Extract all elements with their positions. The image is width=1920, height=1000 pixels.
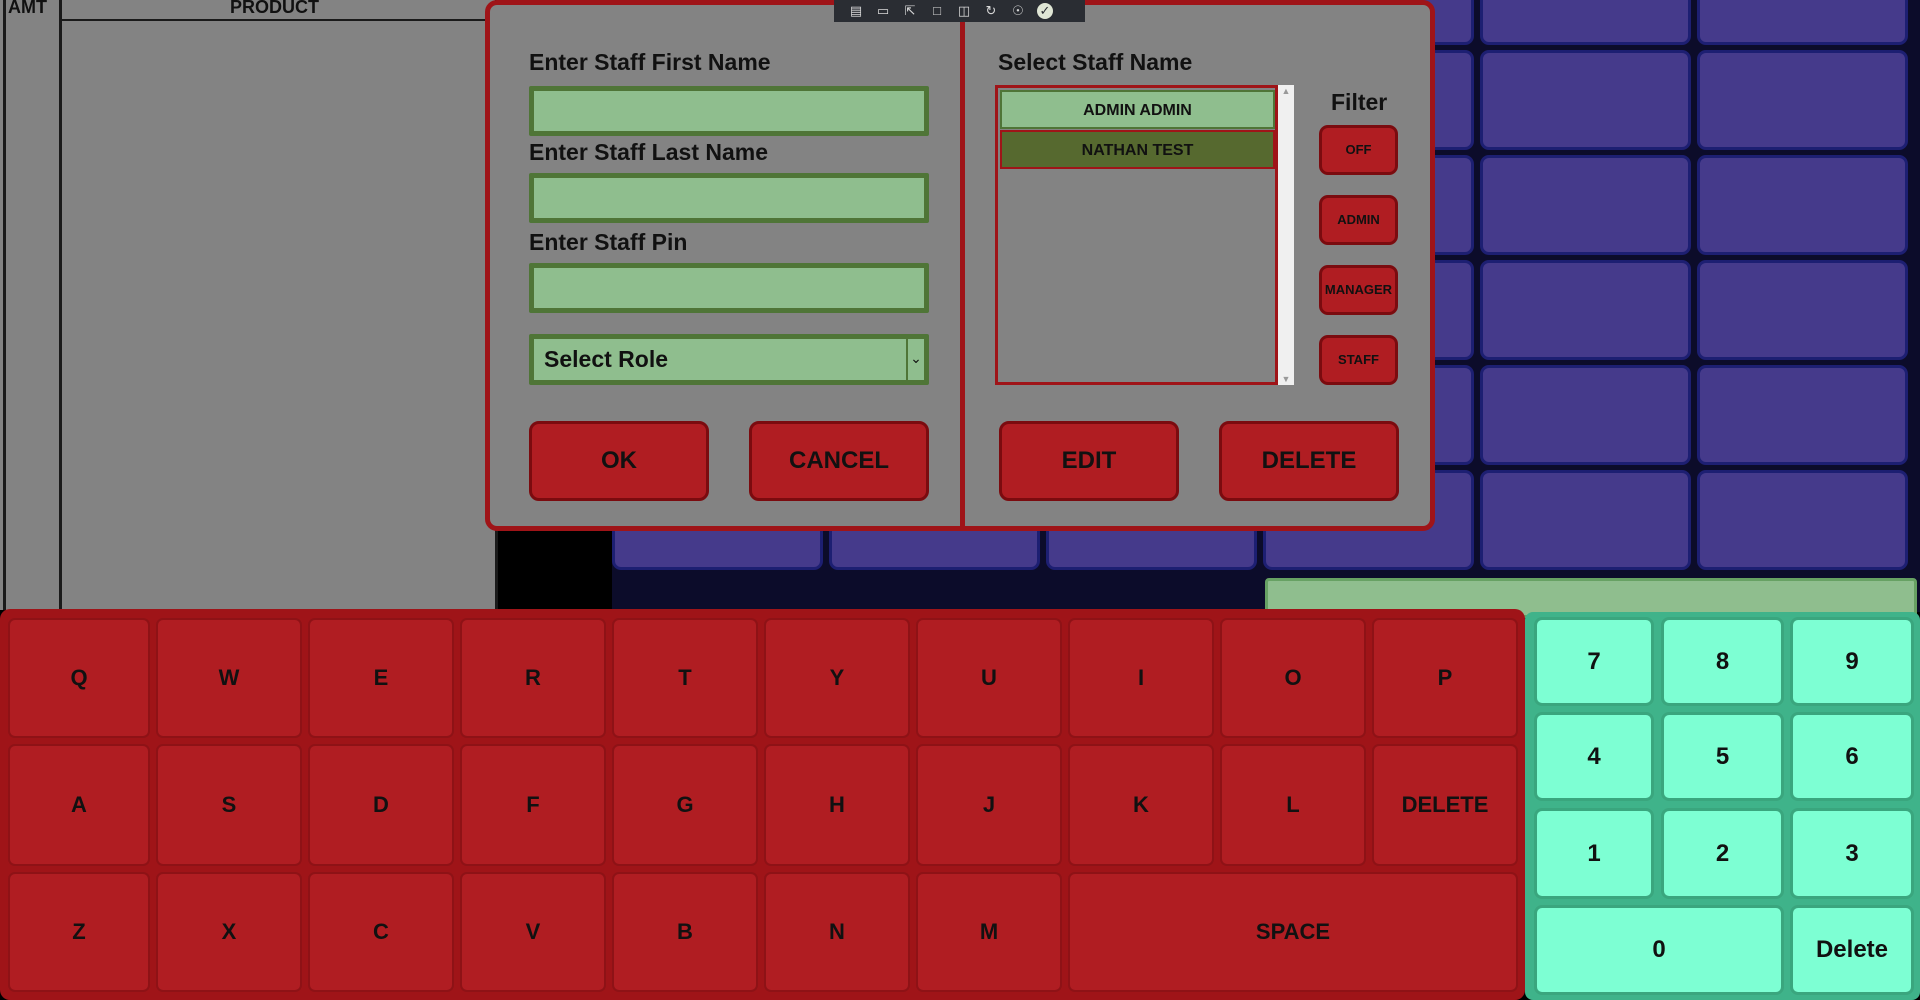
filter-admin-button[interactable]: ADMIN: [1319, 195, 1398, 245]
numpad-7[interactable]: 7: [1534, 617, 1654, 706]
key-p[interactable]: P: [1372, 618, 1518, 738]
key-a[interactable]: A: [8, 744, 150, 866]
accessibility-icon[interactable]: ☉: [1010, 3, 1026, 19]
numpad-4[interactable]: 4: [1534, 712, 1654, 801]
numpad-2[interactable]: 2: [1661, 808, 1784, 899]
key-f[interactable]: F: [460, 744, 606, 866]
product-grid-cell[interactable]: [1697, 470, 1908, 570]
onscreen-keyboard: Q W E R T Y U I O P A S D F G H J K L DE…: [0, 609, 1525, 1000]
floating-toolbar: ▤ ▭ ⇱ □ ◫ ↻ ☉ ✓: [834, 0, 1085, 22]
key-b[interactable]: B: [612, 872, 758, 992]
key-z[interactable]: Z: [8, 872, 150, 992]
scroll-down-icon[interactable]: ▼: [1278, 374, 1294, 384]
filter-manager-button[interactable]: MANAGER: [1319, 265, 1398, 315]
sync-icon[interactable]: ↻: [983, 3, 999, 19]
key-j[interactable]: J: [916, 744, 1062, 866]
product-grid-cell[interactable]: [1480, 0, 1691, 45]
key-e[interactable]: E: [308, 618, 454, 738]
delete-button[interactable]: DELETE: [1219, 421, 1399, 501]
tray-icon[interactable]: ▤: [848, 3, 864, 19]
staff-pin-label: Enter Staff Pin: [529, 229, 688, 255]
numpad-delete[interactable]: Delete: [1790, 905, 1914, 995]
filter-staff-button[interactable]: STAFF: [1319, 335, 1398, 385]
product-grid-cell[interactable]: [1697, 50, 1908, 150]
product-grid-cell[interactable]: [1480, 50, 1691, 150]
edit-button[interactable]: EDIT: [999, 421, 1179, 501]
last-name-field[interactable]: [529, 173, 929, 223]
cancel-button[interactable]: CANCEL: [749, 421, 929, 501]
filter-off-button[interactable]: OFF: [1319, 125, 1398, 175]
key-l[interactable]: L: [1220, 744, 1366, 866]
order-panel: AMT PRODUCT: [0, 0, 498, 610]
key-space[interactable]: SPACE: [1068, 872, 1518, 992]
order-header-line: [61, 19, 498, 21]
numpad-1[interactable]: 1: [1534, 808, 1654, 899]
filter-label: Filter: [1331, 89, 1388, 115]
chevron-down-icon[interactable]: ⌄: [906, 339, 924, 380]
key-delete[interactable]: DELETE: [1372, 744, 1518, 866]
staff-item-admin-admin[interactable]: ADMIN ADMIN: [1000, 90, 1275, 129]
numpad-5[interactable]: 5: [1661, 712, 1784, 801]
key-r[interactable]: R: [460, 618, 606, 738]
staff-list-scrollbar[interactable]: ▲ ▼: [1278, 85, 1294, 385]
key-u[interactable]: U: [916, 618, 1062, 738]
product-grid-cell[interactable]: [1697, 155, 1908, 255]
staff-item-nathan-test[interactable]: NATHAN TEST: [1000, 130, 1275, 169]
select-icon[interactable]: ⇱: [902, 3, 918, 19]
numpad-3[interactable]: 3: [1790, 808, 1914, 899]
product-grid-cell[interactable]: [1697, 365, 1908, 465]
key-h[interactable]: H: [764, 744, 910, 866]
staff-pin-field[interactable]: [529, 263, 929, 313]
product-grid-cell[interactable]: [1697, 260, 1908, 360]
select-staff-label: Select Staff Name: [998, 49, 1193, 75]
order-col-product: PRODUCT: [230, 0, 319, 17]
check-icon[interactable]: ✓: [1037, 3, 1053, 19]
key-m[interactable]: M: [916, 872, 1062, 992]
frame-icon[interactable]: □: [929, 3, 945, 19]
numeric-keypad: 7 8 9 4 5 6 1 2 3 0 Delete: [1525, 612, 1920, 1000]
key-o[interactable]: O: [1220, 618, 1366, 738]
first-name-label: Enter Staff First Name: [529, 49, 771, 75]
scroll-up-icon[interactable]: ▲: [1278, 86, 1294, 96]
key-q[interactable]: Q: [8, 618, 150, 738]
key-x[interactable]: X: [156, 872, 302, 992]
staff-list[interactable]: ADMIN ADMIN NATHAN TEST: [995, 85, 1278, 385]
numpad-6[interactable]: 6: [1790, 712, 1914, 801]
product-grid-cell[interactable]: [1480, 470, 1691, 570]
order-col-amt: AMT: [8, 0, 47, 17]
role-select-value: Select Role: [544, 346, 668, 372]
first-name-field[interactable]: [529, 86, 929, 136]
key-g[interactable]: G: [612, 744, 758, 866]
product-grid-cell[interactable]: [1480, 260, 1691, 360]
last-name-label: Enter Staff Last Name: [529, 139, 769, 165]
display-icon[interactable]: ◫: [956, 3, 972, 19]
ok-button[interactable]: OK: [529, 421, 709, 501]
key-v[interactable]: V: [460, 872, 606, 992]
order-border-left: [3, 0, 6, 610]
key-n[interactable]: N: [764, 872, 910, 992]
product-grid-cell[interactable]: [1697, 0, 1908, 45]
staff-dialog: Enter Staff First Name Enter Staff Last …: [485, 0, 1435, 531]
role-select[interactable]: Select Role ⌄: [529, 334, 929, 385]
order-column-divider: [59, 0, 62, 610]
dialog-divider: [960, 5, 965, 526]
key-y[interactable]: Y: [764, 618, 910, 738]
numpad-8[interactable]: 8: [1661, 617, 1784, 706]
product-grid-cell[interactable]: [1480, 365, 1691, 465]
key-c[interactable]: C: [308, 872, 454, 992]
key-w[interactable]: W: [156, 618, 302, 738]
video-icon[interactable]: ▭: [875, 3, 891, 19]
product-grid-cell[interactable]: [1480, 155, 1691, 255]
numpad-9[interactable]: 9: [1790, 617, 1914, 706]
key-t[interactable]: T: [612, 618, 758, 738]
key-d[interactable]: D: [308, 744, 454, 866]
key-k[interactable]: K: [1068, 744, 1214, 866]
key-s[interactable]: S: [156, 744, 302, 866]
numpad-0[interactable]: 0: [1534, 905, 1784, 995]
key-i[interactable]: I: [1068, 618, 1214, 738]
